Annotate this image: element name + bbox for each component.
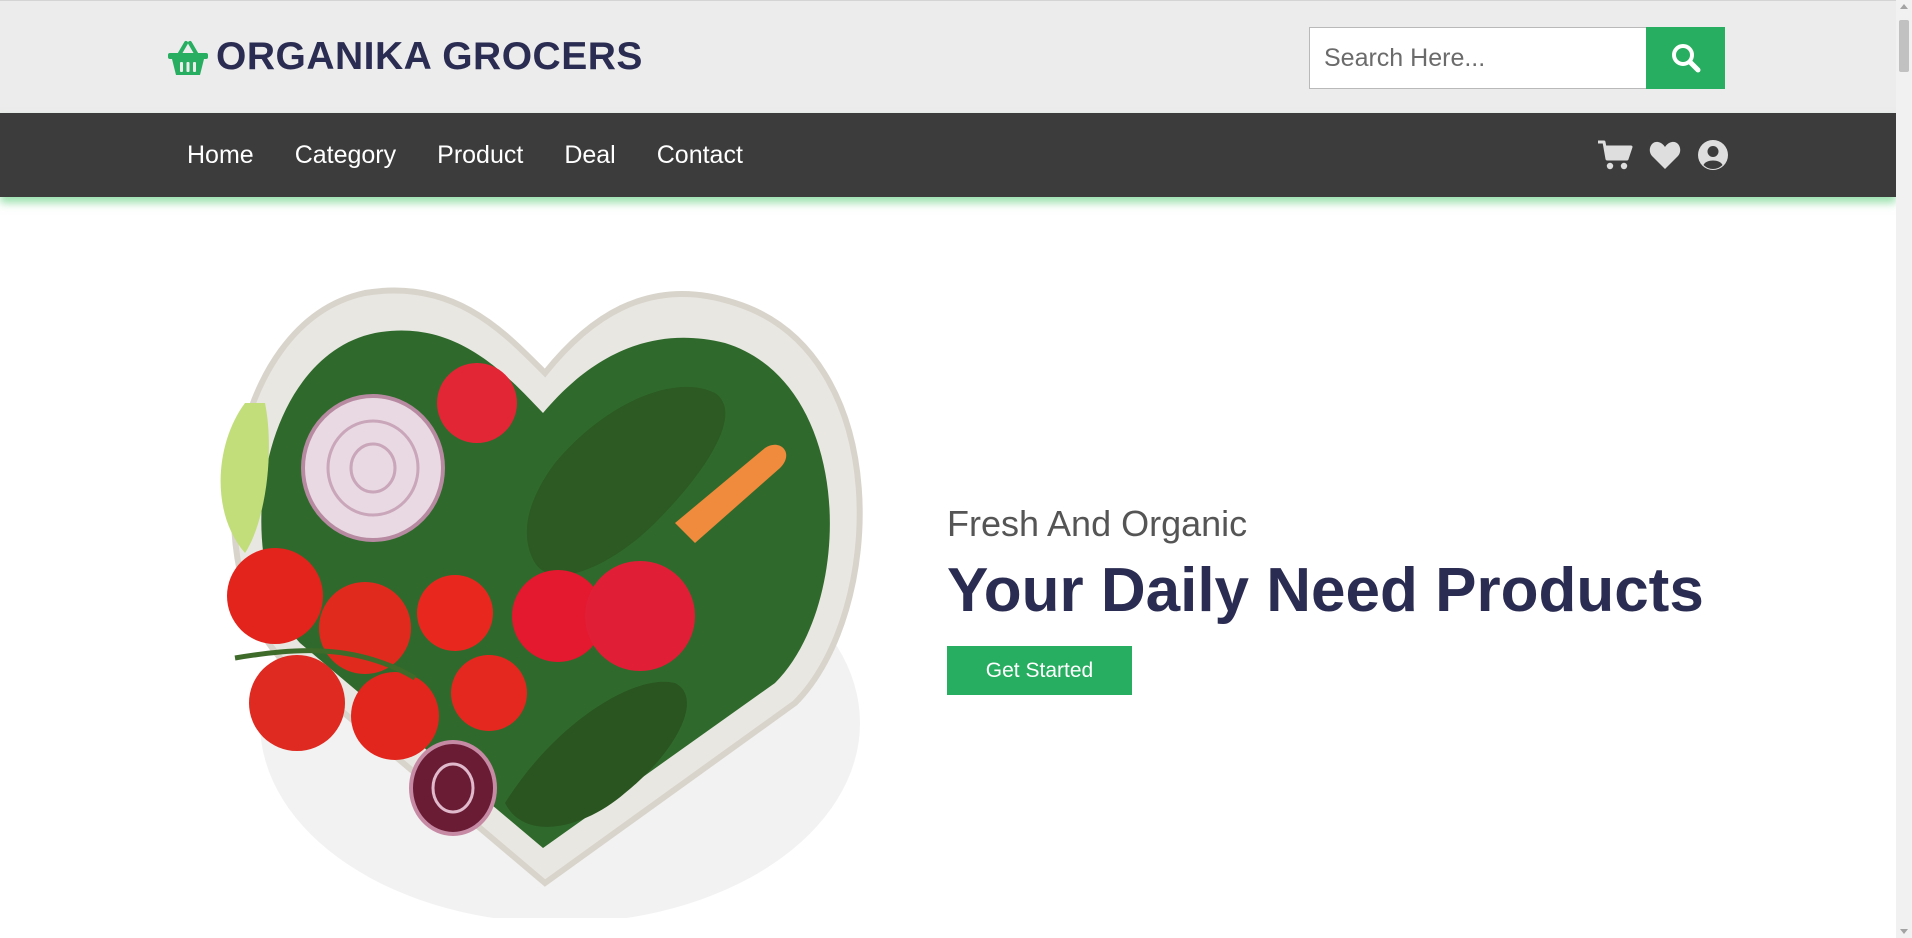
nav-icons: [1597, 113, 1729, 197]
search-button[interactable]: [1646, 27, 1725, 89]
nav-link-home[interactable]: Home: [187, 141, 254, 170]
page-viewport: ORGANIKA GROCERS Home Category Product D…: [0, 0, 1896, 938]
vertical-scrollbar[interactable]: [1896, 0, 1912, 938]
heart-shaped-vegetable-bowl-image: [220, 287, 863, 918]
shopping-basket-icon: [168, 41, 208, 75]
hero-subtitle: Fresh And Organic: [947, 503, 1248, 544]
scroll-thumb[interactable]: [1899, 20, 1909, 72]
hero-title: Your Daily Need Products: [947, 556, 1704, 625]
nav-link-category[interactable]: Category: [295, 141, 396, 170]
nav-link-contact[interactable]: Contact: [657, 141, 743, 170]
search-icon: [1671, 44, 1700, 73]
user-circle-icon[interactable]: [1697, 139, 1729, 171]
hero-text: Fresh And Organic Your Daily Need Produc…: [947, 502, 1704, 695]
nav-links: Home Category Product Deal Contact: [187, 113, 784, 197]
brand-logo[interactable]: ORGANIKA GROCERS: [166, 35, 643, 79]
nav-link-deal[interactable]: Deal: [564, 141, 615, 170]
search-form: [1309, 27, 1725, 89]
brand-name: ORGANIKA GROCERS: [216, 35, 643, 78]
main-navbar: Home Category Product Deal Contact: [0, 113, 1896, 197]
scroll-up-icon[interactable]: [1900, 4, 1908, 9]
top-header: ORGANIKA GROCERS: [0, 0, 1896, 113]
search-input[interactable]: [1309, 27, 1646, 89]
nav-link-product[interactable]: Product: [437, 141, 523, 170]
heart-icon[interactable]: [1649, 140, 1681, 170]
cart-icon[interactable]: [1597, 139, 1633, 171]
scroll-down-icon[interactable]: [1900, 929, 1908, 934]
get-started-button[interactable]: Get Started: [947, 646, 1132, 695]
